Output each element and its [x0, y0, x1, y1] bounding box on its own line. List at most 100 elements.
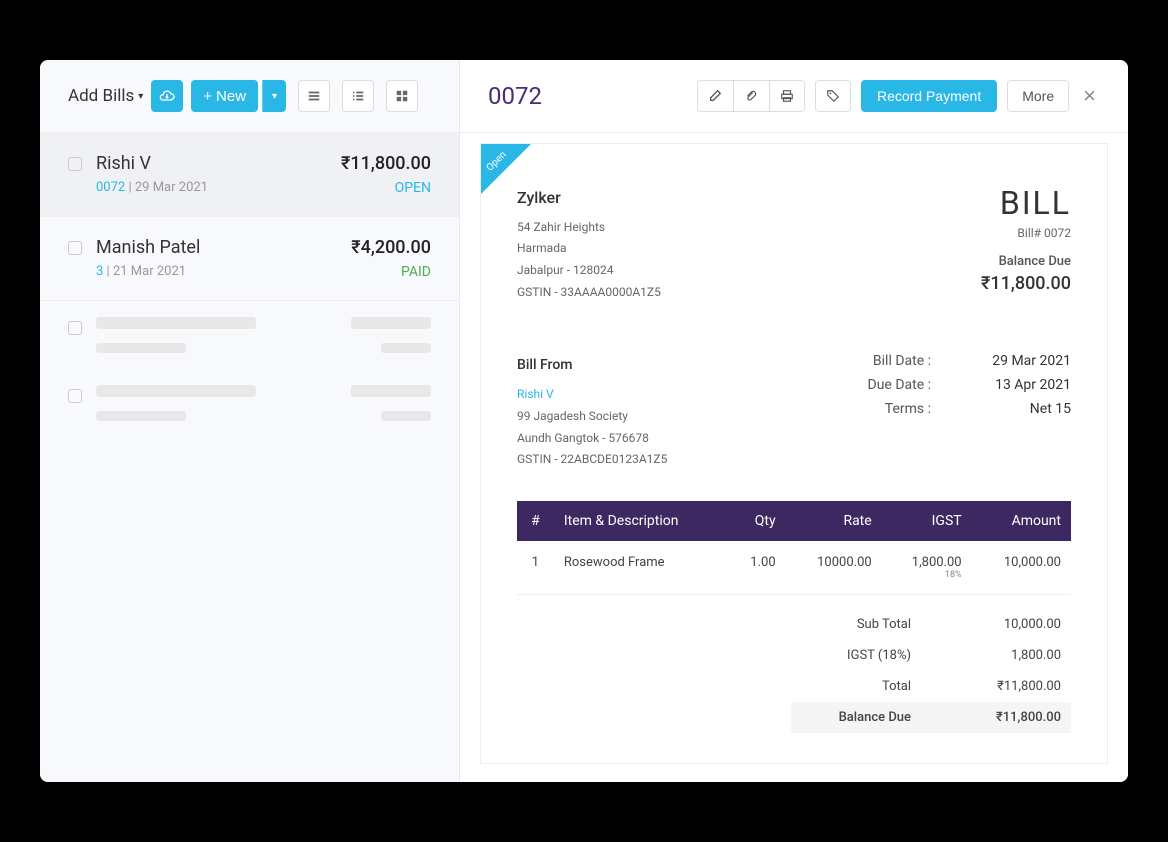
- doc-title: BILL: [981, 184, 1071, 222]
- company-gstin: GSTIN - 33AAAA0000A1Z5: [517, 282, 661, 304]
- bill-list-item[interactable]: Rishi V 0072 | 29 Mar 2021 ₹11,800.00 OP…: [40, 133, 459, 217]
- item-qty: 1.00: [727, 541, 785, 595]
- vendor-name-link[interactable]: Rishi V: [517, 384, 667, 406]
- balance-due-label: Balance Due: [981, 254, 1071, 269]
- table-row: 1 Rosewood Frame 1.00 10000.00 1,800.001…: [517, 541, 1071, 595]
- company-block: Zylker 54 Zahir Heights Harmada Jabalpur…: [517, 184, 661, 303]
- doc-dates: Bill Date :29 Mar 2021 Due Date :13 Apr …: [831, 353, 1071, 471]
- cloud-icon: [159, 88, 175, 104]
- doc-mid: Bill From Rishi V 99 Jagadesh Society Au…: [517, 353, 1071, 471]
- view-compact-button[interactable]: [298, 80, 330, 112]
- new-dropdown-button[interactable]: ▾: [262, 80, 286, 112]
- checkbox: [68, 321, 82, 335]
- totals-block: Sub Total 10,000.00 IGST (18%) 1,800.00 To…: [517, 609, 1071, 733]
- printer-icon: [780, 89, 794, 103]
- bill-status: OPEN: [341, 180, 431, 196]
- close-button[interactable]: ×: [1079, 83, 1100, 109]
- vendor-name: Manish Patel: [96, 237, 337, 258]
- bill-id-title: 0072: [488, 82, 687, 110]
- bill-list-item[interactable]: Manish Patel 3 | 21 Mar 2021 ₹4,200.00 P…: [40, 217, 459, 301]
- bill-from-block: Bill From Rishi V 99 Jagadesh Society Au…: [517, 353, 667, 471]
- vendor-name: Rishi V: [96, 153, 327, 174]
- igst-total-label: IGST (18%): [847, 648, 911, 663]
- grid-icon: [395, 89, 409, 103]
- item-rate: 10000.00: [786, 541, 882, 595]
- cloud-upload-button[interactable]: [151, 80, 183, 112]
- col-num: #: [517, 501, 554, 541]
- bill-number: 0072: [96, 180, 125, 195]
- list-header: Add Bills ▾ + New ▾: [40, 60, 459, 133]
- bill-info: Manish Patel 3 | 21 Mar 2021: [96, 237, 337, 279]
- caret-down-icon: ▾: [138, 91, 143, 102]
- skeleton-item: [40, 301, 459, 369]
- checkbox[interactable]: [68, 241, 82, 255]
- add-bills-dropdown[interactable]: Add Bills ▾: [68, 86, 143, 106]
- due-date-label: Due Date :: [831, 377, 931, 393]
- item-igst: 1,800.0018%: [882, 541, 972, 595]
- bill-list: Rishi V 0072 | 29 Mar 2021 ₹11,800.00 OP…: [40, 133, 459, 782]
- skeleton-item: [40, 369, 459, 437]
- bill-date-label: Bill Date :: [831, 353, 931, 369]
- baldue-total-label: Balance Due: [839, 710, 911, 725]
- plus-icon: +: [203, 88, 212, 105]
- subtotal-value: 10,000.00: [961, 617, 1061, 632]
- subtotal-label: Sub Total: [857, 617, 911, 632]
- bill-info: Rishi V 0072 | 29 Mar 2021: [96, 153, 327, 195]
- terms-label: Terms :: [831, 401, 931, 417]
- item-num: 1: [517, 541, 554, 595]
- more-button[interactable]: More: [1007, 80, 1069, 112]
- col-item: Item & Description: [554, 501, 727, 541]
- company-addr1: 54 Zahir Heights: [517, 217, 661, 239]
- list-icon: [351, 89, 365, 103]
- item-amount: 10,000.00: [972, 541, 1071, 595]
- paperclip-icon: [744, 89, 758, 103]
- total-label: Total: [882, 679, 911, 694]
- print-button[interactable]: [769, 80, 805, 112]
- bill-date-value: 29 Mar 2021: [961, 353, 1071, 369]
- compact-icon: [307, 89, 321, 103]
- new-button[interactable]: + New: [191, 80, 258, 112]
- bill-meta: 3 | 21 Mar 2021: [96, 264, 337, 279]
- bill-meta: 0072 | 29 Mar 2021: [96, 180, 327, 195]
- items-table: # Item & Description Qty Rate IGST Amoun…: [517, 501, 1071, 595]
- bill-right: ₹4,200.00 PAID: [351, 237, 431, 280]
- company-addr3: Jabalpur - 128024: [517, 260, 661, 282]
- view-grid-button[interactable]: [386, 80, 418, 112]
- bill-right: ₹11,800.00 OPEN: [341, 153, 431, 196]
- bill-from-title: Bill From: [517, 353, 667, 378]
- company-name: Zylker: [517, 184, 661, 213]
- record-payment-button[interactable]: Record Payment: [861, 80, 997, 112]
- checkbox: [68, 389, 82, 403]
- action-group: [697, 80, 805, 112]
- igst-total-value: 1,800.00: [961, 648, 1061, 663]
- checkbox[interactable]: [68, 157, 82, 171]
- bill-number-label: Bill# 0072: [981, 226, 1071, 240]
- new-label: New: [216, 88, 246, 105]
- bill-amount: ₹4,200.00: [351, 237, 431, 258]
- vendor-gstin: GSTIN - 22ABCDE0123A1Z5: [517, 449, 667, 471]
- company-addr2: Harmada: [517, 238, 661, 260]
- bill-status: PAID: [351, 264, 431, 280]
- bill-date: 29 Mar 2021: [135, 180, 208, 195]
- app-container: Add Bills ▾ + New ▾: [40, 60, 1128, 782]
- bill-amount: ₹11,800.00: [341, 153, 431, 174]
- bills-list-panel: Add Bills ▾ + New ▾: [40, 60, 460, 782]
- vendor-addr2: Aundh Gangtok - 576678: [517, 428, 667, 450]
- doc-title-block: BILL Bill# 0072 Balance Due ₹11,800.00: [981, 184, 1071, 303]
- bill-number: 3: [96, 264, 103, 279]
- attach-button[interactable]: [733, 80, 769, 112]
- item-desc: Rosewood Frame: [554, 541, 727, 595]
- col-igst: IGST: [882, 501, 972, 541]
- tag-icon: [826, 89, 840, 103]
- view-list-button[interactable]: [342, 80, 374, 112]
- doc-top: Zylker 54 Zahir Heights Harmada Jabalpur…: [517, 184, 1071, 303]
- add-bills-label: Add Bills: [68, 86, 134, 106]
- tag-button[interactable]: [815, 80, 851, 112]
- col-qty: Qty: [727, 501, 785, 541]
- baldue-total-value: ₹11,800.00: [961, 710, 1061, 725]
- bill-detail-panel: 0072 Record Payment More × Open Zylker 5…: [460, 60, 1128, 782]
- col-rate: Rate: [786, 501, 882, 541]
- total-value: ₹11,800.00: [961, 679, 1061, 694]
- edit-button[interactable]: [697, 80, 733, 112]
- pencil-icon: [708, 89, 722, 103]
